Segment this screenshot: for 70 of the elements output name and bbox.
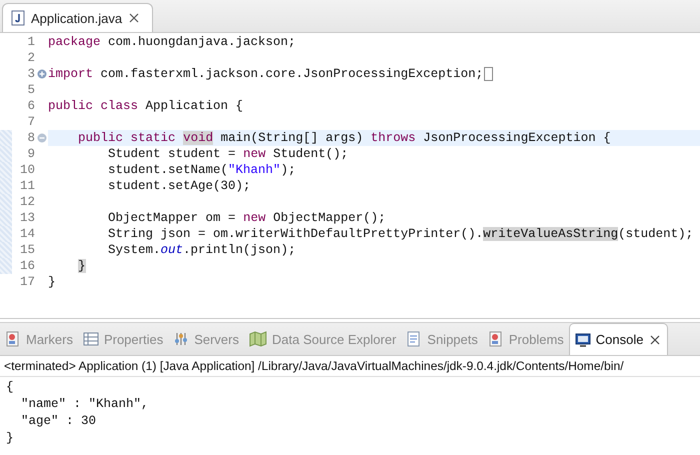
code-field: out (160, 243, 184, 257)
code-text: } (48, 275, 56, 289)
folded-code-icon[interactable] (484, 67, 494, 81)
code-text: (student); (618, 227, 694, 241)
code-text: ObjectMapper om = (108, 211, 236, 225)
code-text: } (78, 259, 86, 273)
line-number: 3 (26, 66, 35, 82)
line-number: 17 (18, 274, 35, 290)
code-keyword: import (48, 67, 94, 81)
line-number: 15 (18, 242, 35, 258)
code-string: "Khanh" (228, 163, 281, 177)
code-text: Application { (146, 99, 244, 113)
code-text: Student student = (108, 147, 236, 161)
code-text: System. (108, 243, 161, 257)
line-number: 6 (26, 98, 35, 114)
code-text: student.setName( (108, 163, 228, 177)
console-output-line: { (6, 379, 15, 396)
flag-icon (5, 331, 21, 347)
code-text: String json = om.writerWithDefaultPrettyPrinter(). (108, 227, 484, 241)
code-text: main(String[] args) (220, 131, 364, 145)
line-number: 16 (18, 258, 35, 274)
line-number: 12 (18, 194, 35, 210)
code-text: com.huongdanjava.jackson; (108, 35, 296, 49)
code-text: student.setAge(30); (108, 179, 251, 193)
console-output-line: "age" : 30 (20, 413, 98, 430)
console-output-line: "name" : "Khanh", (20, 396, 150, 413)
code-keyword: throws (370, 131, 416, 145)
code-keyword: public class (48, 99, 138, 113)
flag-icon (488, 331, 504, 347)
sliders-icon (173, 331, 190, 347)
line-number: 14 (18, 226, 35, 242)
line-number: 10 (18, 162, 35, 178)
panel-tab[interactable]: Properties (78, 323, 168, 355)
panel-tab[interactable]: Markers (0, 323, 78, 355)
code-text: .println(json); (183, 243, 296, 257)
java-file-icon (11, 10, 25, 26)
close-icon[interactable] (128, 12, 140, 24)
line-number: 11 (18, 178, 35, 194)
document-icon (406, 331, 422, 347)
monitor-icon (574, 332, 591, 348)
code-text: writeValueAsString (483, 227, 618, 241)
console-header: <terminated> Application (1) [Java Application] /Library/Java/JavaVirtualMachines/jdk-9.0.4.jdk/Contents/Home/bin/ (0, 356, 700, 377)
code-keyword: package (48, 35, 101, 49)
panel-tab[interactable]: Problems (482, 323, 569, 355)
code-keyword: public static (78, 131, 176, 145)
close-icon[interactable] (648, 334, 660, 346)
editor-tab[interactable]: Application.java (2, 3, 154, 32)
panel-tab[interactable]: Console (568, 323, 668, 355)
line-number: 8 (26, 130, 35, 146)
code-text: JsonProcessingException { (423, 131, 611, 145)
code-text: com.fasterxml.jackson.core.JsonProcessingException; (100, 67, 484, 81)
line-number: 7 (26, 114, 35, 130)
line-number: 13 (18, 210, 35, 226)
console-output-line: } (6, 430, 15, 447)
line-number: 9 (26, 146, 35, 162)
code-keyword: new (243, 147, 266, 161)
panel-tab[interactable]: Data Source Explorer (244, 323, 402, 355)
line-number: 1 (26, 34, 35, 50)
code-text: ObjectMapper(); (273, 211, 386, 225)
line-number: 5 (26, 82, 35, 98)
expand-icon[interactable] (36, 69, 46, 79)
code-text: Student(); (273, 147, 348, 161)
code-text: ); (280, 163, 296, 177)
code-keyword: new (243, 211, 266, 225)
panel-tab[interactable]: Servers (168, 323, 244, 355)
code-keyword: void (183, 131, 214, 145)
table-icon (82, 331, 99, 347)
map-icon (249, 331, 267, 347)
line-number: 2 (26, 50, 35, 66)
panel-tab[interactable]: Snippets (401, 323, 483, 355)
